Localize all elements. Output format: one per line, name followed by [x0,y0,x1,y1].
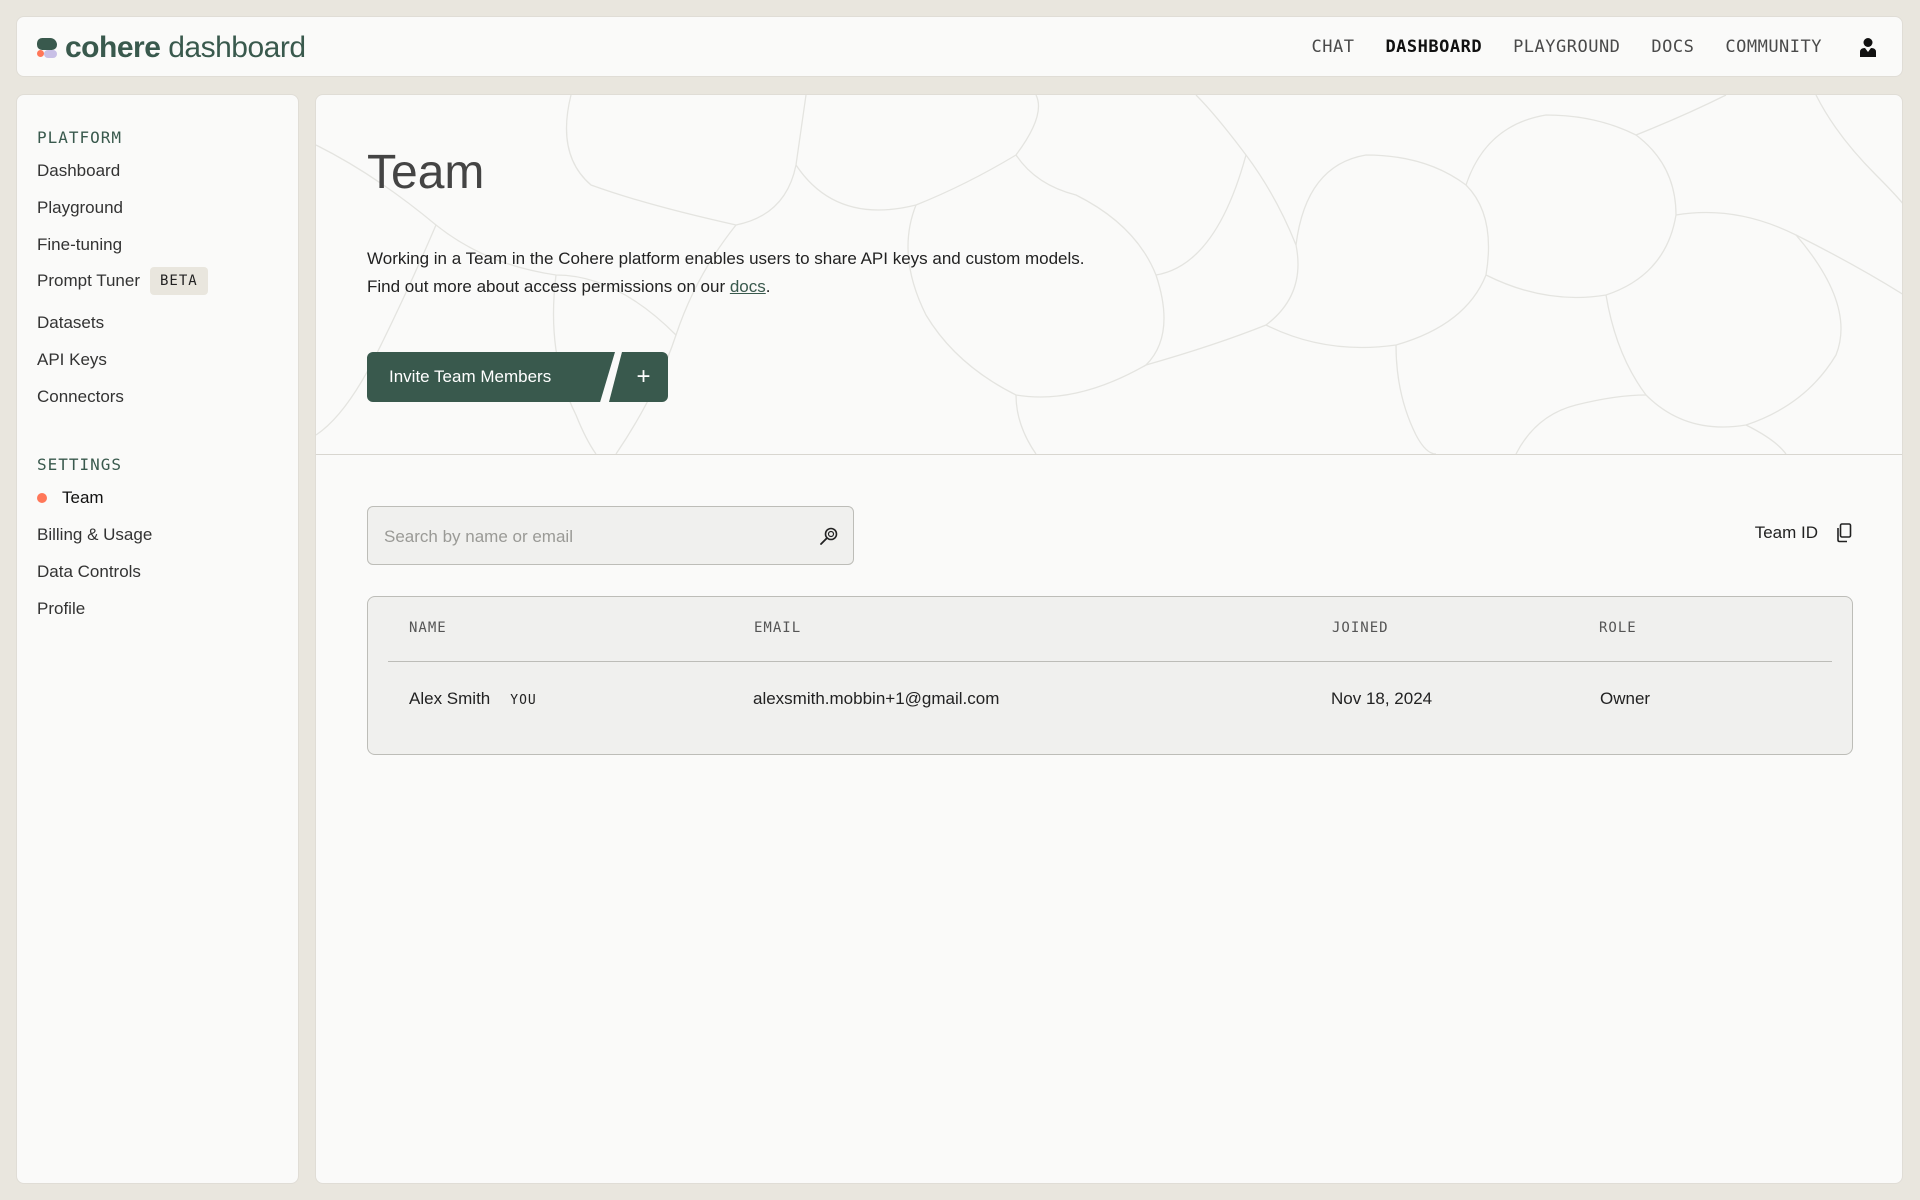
main-panel: Team Working in a Team in the Cohere pla… [315,94,1903,1184]
cell-role: Owner [1600,689,1651,708]
column-header-joined[interactable]: JOINED [1332,620,1389,636]
beta-badge: BETA [150,267,208,295]
sidebar-item-dashboard[interactable]: Dashboard [37,161,120,181]
sidebar-item-label: Data Controls [37,562,141,581]
sidebar-item-label: Billing & Usage [37,525,153,544]
column-header-name[interactable]: NAME [409,620,447,636]
cohere-logo-icon [37,36,59,60]
logo[interactable]: cohere dashboard [37,31,306,65]
sidebar-section-settings: SETTINGS [37,455,123,474]
sidebar-item-team[interactable]: Team [37,488,104,508]
nav-docs[interactable]: DOCS [1651,37,1694,57]
sidebar-item-fine-tuning[interactable]: Fine-tuning [37,235,122,255]
sidebar-item-label: Connectors [37,387,124,406]
logo-text: cohere dashboard [65,31,306,64]
sidebar-item-profile[interactable]: Profile [37,599,85,619]
sidebar-item-label: Team [62,488,104,507]
hero-header: Team Working in a Team in the Cohere pla… [316,95,1902,455]
nav-dashboard[interactable]: DASHBOARD [1385,37,1482,57]
team-id-button[interactable]: Team ID [1755,523,1852,543]
invite-team-members-button[interactable]: Invite Team Members [367,352,615,402]
description-period: . [765,277,771,296]
nav-playground[interactable]: PLAYGROUND [1513,37,1620,57]
team-id-label: Team ID [1754,523,1818,542]
team-members-table: NAME EMAIL JOINED ROLE Alex Smith YOU ale… [367,596,1853,755]
active-indicator-dot [37,493,47,503]
sidebar-item-connectors[interactable]: Connectors [37,387,124,407]
description-line-2: Find out more about access permissions o… [367,273,1267,301]
sidebar-item-label: API Keys [37,350,107,369]
sidebar-item-label: Profile [37,599,86,618]
page-title: Team [367,146,485,199]
sidebar-item-label: Fine-tuning [37,235,123,254]
cell-name: Alex Smith YOU [409,689,537,709]
sidebar-item-data-controls[interactable]: Data Controls [37,562,141,582]
sidebar-item-label: Datasets [37,313,105,332]
description-line-1: Working in a Team in the Cohere platform… [367,249,1085,268]
sidebar-item-label: Dashboard [37,161,121,180]
sidebar-section-platform: PLATFORM [37,128,123,147]
sidebar-item-datasets[interactable]: Datasets [37,313,104,333]
nav-community[interactable]: COMMUNITY [1725,37,1822,57]
column-header-email[interactable]: EMAIL [754,620,801,636]
sidebar-item-label: Playground [37,198,124,217]
sidebar-item-prompt-tuner[interactable]: Prompt Tuner BETA [37,267,208,295]
sidebar-item-api-keys[interactable]: API Keys [37,350,107,370]
cell-joined: Nov 18, 2024 [1331,689,1433,708]
member-name: Alex Smith [409,689,491,708]
description-text: Find out more about access permissions o… [367,277,730,296]
sidebar-item-label: Prompt Tuner [37,271,140,290]
column-header-role[interactable]: ROLE [1599,620,1637,636]
search-icon[interactable] [819,526,839,546]
top-nav: CHAT DASHBOARD PLAYGROUND DOCS COMMUNITY [1280,17,1822,76]
sidebar-item-billing[interactable]: Billing & Usage [37,525,152,545]
top-bar: cohere dashboard CHAT DASHBOARD PLAYGROU… [16,16,1903,77]
user-icon[interactable] [1860,37,1876,57]
sidebar: PLATFORM Dashboard Playground Fine-tunin… [16,94,299,1184]
table-divider [388,661,1832,662]
search-field[interactable] [367,506,854,566]
nav-chat[interactable]: CHAT [1311,37,1354,57]
search-input[interactable] [382,507,806,566]
you-badge: YOU [510,693,537,708]
page-description: Working in a Team in the Cohere platform… [367,245,1267,301]
cell-email: alexsmith.mobbin+1@gmail.com [753,689,1000,708]
sidebar-item-playground[interactable]: Playground [37,198,123,218]
copy-icon[interactable] [1836,523,1852,543]
docs-link[interactable]: docs [730,277,766,296]
